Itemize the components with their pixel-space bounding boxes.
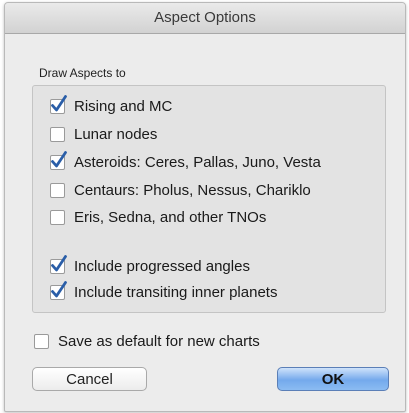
checkbox-label: Centaurs: Pholus, Nessus, Chariklo bbox=[74, 181, 311, 199]
checkbox-label: Rising and MC bbox=[74, 97, 173, 115]
ok-button[interactable]: OK bbox=[277, 367, 389, 391]
checkbox-label: Asteroids: Ceres, Pallas, Juno, Vesta bbox=[74, 153, 321, 171]
checkbox-label: Save as default for new charts bbox=[58, 332, 260, 350]
checkbox-box[interactable] bbox=[50, 254, 67, 274]
checkbox-lunar-nodes[interactable]: Lunar nodes bbox=[50, 124, 157, 144]
checkbox-progressed-angles[interactable]: Include progressed angles bbox=[50, 254, 250, 276]
checkmark-icon bbox=[51, 280, 67, 297]
cancel-button[interactable]: Cancel bbox=[32, 367, 147, 391]
checkbox-eris-sedna-tnos[interactable]: Eris, Sedna, and other TNOs bbox=[50, 207, 266, 227]
checkbox-centaurs[interactable]: Centaurs: Pholus, Nessus, Chariklo bbox=[50, 180, 311, 200]
checkbox-box[interactable] bbox=[50, 209, 65, 225]
checkbox-box[interactable] bbox=[50, 280, 67, 300]
checkbox-box[interactable] bbox=[50, 94, 67, 114]
checkbox-transiting-inner-planets[interactable]: Include transiting inner planets bbox=[50, 280, 278, 302]
checkbox-label: Include transiting inner planets bbox=[74, 283, 278, 301]
checkbox-label: Eris, Sedna, and other TNOs bbox=[74, 208, 267, 226]
dialog-title: Aspect Options bbox=[5, 3, 405, 34]
checkbox-box[interactable] bbox=[50, 126, 65, 142]
group-label: Draw Aspects to bbox=[39, 66, 126, 80]
aspect-options-dialog: Aspect Options Draw Aspects to Rising an… bbox=[4, 2, 406, 412]
checkmark-icon bbox=[51, 150, 67, 167]
checkbox-save-as-default[interactable]: Save as default for new charts bbox=[34, 331, 260, 351]
checkbox-box[interactable] bbox=[50, 150, 67, 170]
checkbox-label: Include progressed angles bbox=[74, 257, 250, 275]
checkbox-rising-and-mc[interactable]: Rising and MC bbox=[50, 94, 173, 116]
checkmark-icon bbox=[51, 254, 67, 271]
checkbox-box[interactable] bbox=[50, 182, 65, 198]
checkmark-icon bbox=[51, 94, 67, 111]
checkbox-label: Lunar nodes bbox=[74, 125, 158, 143]
checkbox-box[interactable] bbox=[34, 333, 49, 349]
checkbox-asteroids[interactable]: Asteroids: Ceres, Pallas, Juno, Vesta bbox=[50, 150, 321, 172]
